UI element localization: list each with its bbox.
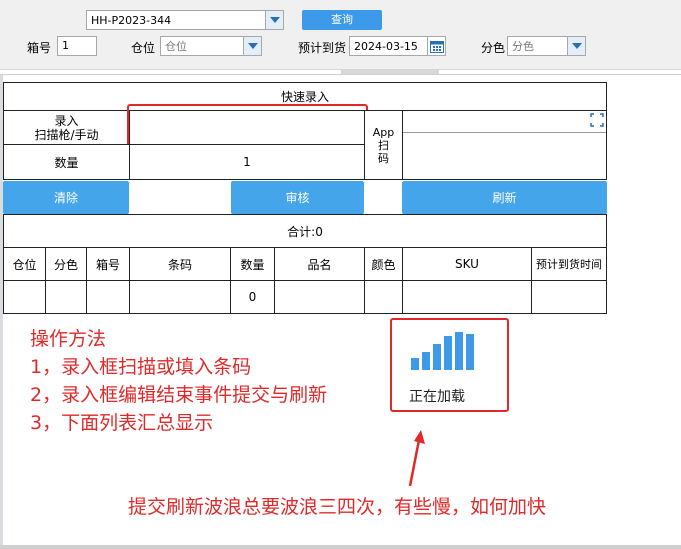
quick-entry-title-text: 快速录入 [280, 90, 329, 104]
column-header: 箱号 [86, 247, 130, 281]
annotation-question: 提交刷新波浪总要波浪三四次，有些慢，如何加快 [128, 496, 547, 518]
eta-label: 预计到货 [298, 41, 347, 55]
loading-bars-icon [411, 332, 474, 370]
column-header: 品名 [274, 247, 365, 281]
annotation-heading: 操作方法 [30, 328, 107, 350]
table-cell [3, 280, 46, 314]
app-label-line2: 扫 [378, 138, 389, 152]
annotation-step2: 2，录入框编辑结束事件提交与刷新 [30, 384, 328, 406]
table-cell [364, 280, 403, 314]
annotation-step3: 3，下面列表汇总显示 [30, 412, 214, 434]
table-cell [274, 280, 365, 314]
summary-total-text: 合计:0 [287, 224, 323, 239]
input-label-cell: 录入 扫描枪/手动 [3, 110, 130, 145]
column-header: 分色 [45, 247, 87, 281]
qty-value: 1 [243, 155, 251, 169]
app-label-line1: App [372, 125, 395, 139]
clear-button[interactable]: 清除 [3, 181, 129, 214]
column-header: 预计到货时间 [531, 247, 607, 281]
summary-total: 合计:0 [3, 214, 607, 248]
location-select[interactable]: 仓位 [160, 36, 262, 56]
column-header: 颜色 [364, 247, 403, 281]
location-select-value: 仓位 [165, 40, 187, 53]
qty-input[interactable]: 1 [129, 144, 365, 180]
scan-frame-icon[interactable] [590, 113, 604, 130]
query-button[interactable]: 查询 [302, 10, 382, 30]
qty-label-cell: 数量 [3, 144, 130, 180]
table-cell [45, 280, 87, 314]
color-select[interactable]: 分色 [507, 36, 586, 56]
qty-label: 数量 [54, 155, 79, 170]
arrow-up-icon [408, 430, 425, 487]
box-input[interactable]: 1 [57, 36, 97, 56]
table-cell [86, 280, 130, 314]
status-bar [0, 545, 681, 549]
chevron-down-icon[interactable] [265, 11, 283, 29]
column-header: 数量 [230, 247, 275, 281]
table-cell [129, 280, 231, 314]
table-cell [402, 280, 532, 314]
location-label: 仓位 [131, 41, 156, 55]
box-label: 箱号 [27, 41, 52, 55]
app-scan-label-cell: App 扫 码 [364, 110, 403, 180]
loading-text: 正在加载 [409, 389, 465, 405]
eta-date-picker[interactable]: 2024-03-15 [349, 36, 446, 56]
column-header: 仓位 [3, 247, 46, 281]
table-cell [531, 280, 607, 314]
chevron-down-icon[interactable] [243, 37, 261, 55]
filter-panel: HH-P2023-344 查询 箱号 1 仓位 仓位 预计到货 2024-03-… [0, 0, 681, 70]
loading-indicator: 正在加载 [390, 318, 509, 412]
column-header: 条码 [129, 247, 231, 281]
color-select-value: 分色 [512, 40, 534, 53]
annotation-step1: 1，录入框扫描或填入条码 [30, 356, 252, 378]
refresh-button[interactable]: 刷新 [402, 181, 607, 214]
app-scan-area[interactable] [402, 110, 607, 180]
table-cell: 0 [230, 280, 275, 314]
divider [0, 74, 681, 75]
chevron-down-icon[interactable] [567, 37, 585, 55]
order-select[interactable]: HH-P2023-344 [86, 10, 284, 30]
app-scan-divider [403, 132, 606, 133]
order-select-value: HH-P2023-344 [91, 13, 172, 27]
app-label-line3: 码 [378, 151, 389, 165]
color-label: 分色 [481, 41, 506, 55]
review-button[interactable]: 审核 [231, 181, 364, 214]
input-label-line2: 扫描枪/手动 [34, 127, 99, 142]
column-header: SKU [402, 247, 532, 281]
input-label-line1: 录入 [54, 113, 79, 128]
calendar-icon[interactable] [427, 37, 445, 55]
eta-date-value: 2024-03-15 [354, 39, 418, 53]
